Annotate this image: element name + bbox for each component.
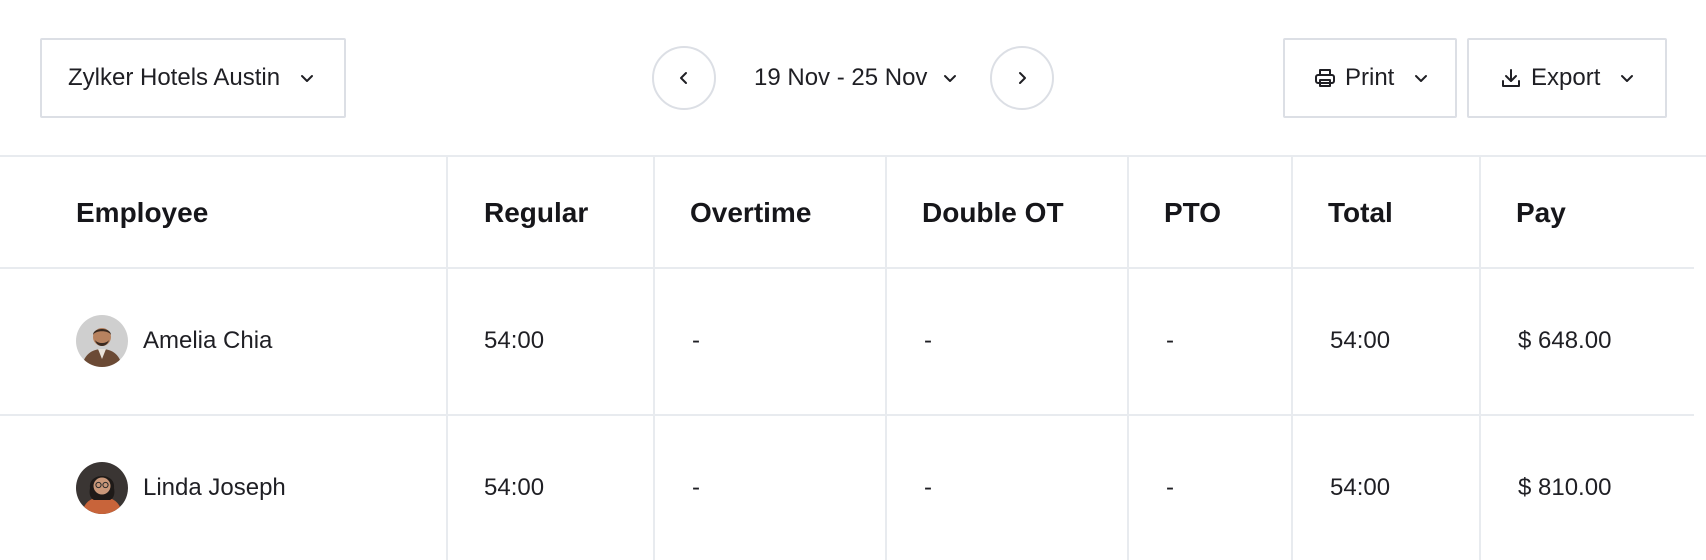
pto-cell: - xyxy=(1166,327,1174,354)
export-label: Export xyxy=(1531,64,1601,91)
date-range-dropdown[interactable]: 19 Nov - 25 Nov xyxy=(754,58,959,98)
column-header-double-ot[interactable]: Double OT xyxy=(922,193,1064,233)
timesheet-table: Employee Regular Overtime Double OT PTO … xyxy=(0,157,1706,560)
row-divider xyxy=(0,267,1694,269)
regular-cell: 54:00 xyxy=(484,474,545,501)
column-header-overtime[interactable]: Overtime xyxy=(690,193,811,233)
print-button[interactable]: Print xyxy=(1283,38,1457,118)
chevron-left-icon xyxy=(675,69,693,87)
column-header-employee[interactable]: Employee xyxy=(76,193,208,233)
column-divider xyxy=(1291,157,1293,560)
chevron-right-icon xyxy=(1013,69,1031,87)
column-header-total[interactable]: Total xyxy=(1328,193,1393,233)
column-header-pay[interactable]: Pay xyxy=(1516,193,1566,233)
employee-name: Linda Joseph xyxy=(143,474,286,501)
next-week-button[interactable] xyxy=(990,46,1054,110)
column-divider xyxy=(653,157,655,560)
pay-cell: $ 810.00 xyxy=(1518,474,1612,501)
avatar xyxy=(76,462,128,514)
column-header-regular[interactable]: Regular xyxy=(484,193,588,233)
total-cell: 54:00 xyxy=(1330,474,1391,501)
pto-cell: - xyxy=(1166,474,1174,501)
employee-cell[interactable]: Linda Joseph xyxy=(76,462,286,514)
location-dropdown[interactable]: Zylker Hotels Austin xyxy=(40,38,346,118)
chevron-down-icon xyxy=(298,69,316,87)
pay-cell: $ 648.00 xyxy=(1518,327,1612,354)
column-divider xyxy=(1479,157,1481,560)
location-label: Zylker Hotels Austin xyxy=(68,64,281,91)
column-header-pto[interactable]: PTO xyxy=(1164,193,1221,233)
chevron-down-icon xyxy=(1412,69,1430,87)
overtime-cell: - xyxy=(692,327,700,354)
printer-icon xyxy=(1313,66,1337,90)
avatar xyxy=(76,315,128,367)
download-icon xyxy=(1499,66,1523,90)
export-button[interactable]: Export xyxy=(1467,38,1667,118)
column-divider xyxy=(446,157,448,560)
double-ot-cell: - xyxy=(924,327,932,354)
chevron-down-icon xyxy=(941,69,959,87)
employee-name: Amelia Chia xyxy=(143,327,273,354)
employee-cell[interactable]: Amelia Chia xyxy=(76,315,272,367)
column-divider xyxy=(885,157,887,560)
regular-cell: 54:00 xyxy=(484,327,545,354)
overtime-cell: - xyxy=(692,474,700,501)
toolbar: Zylker Hotels Austin 19 Nov - 25 Nov Pri… xyxy=(0,0,1706,157)
column-divider xyxy=(1127,157,1129,560)
print-label: Print xyxy=(1345,64,1395,91)
double-ot-cell: - xyxy=(924,474,932,501)
chevron-down-icon xyxy=(1618,69,1636,87)
total-cell: 54:00 xyxy=(1330,327,1391,354)
date-range-label: 19 Nov - 25 Nov xyxy=(754,64,928,91)
row-divider xyxy=(0,414,1694,416)
previous-week-button[interactable] xyxy=(652,46,716,110)
